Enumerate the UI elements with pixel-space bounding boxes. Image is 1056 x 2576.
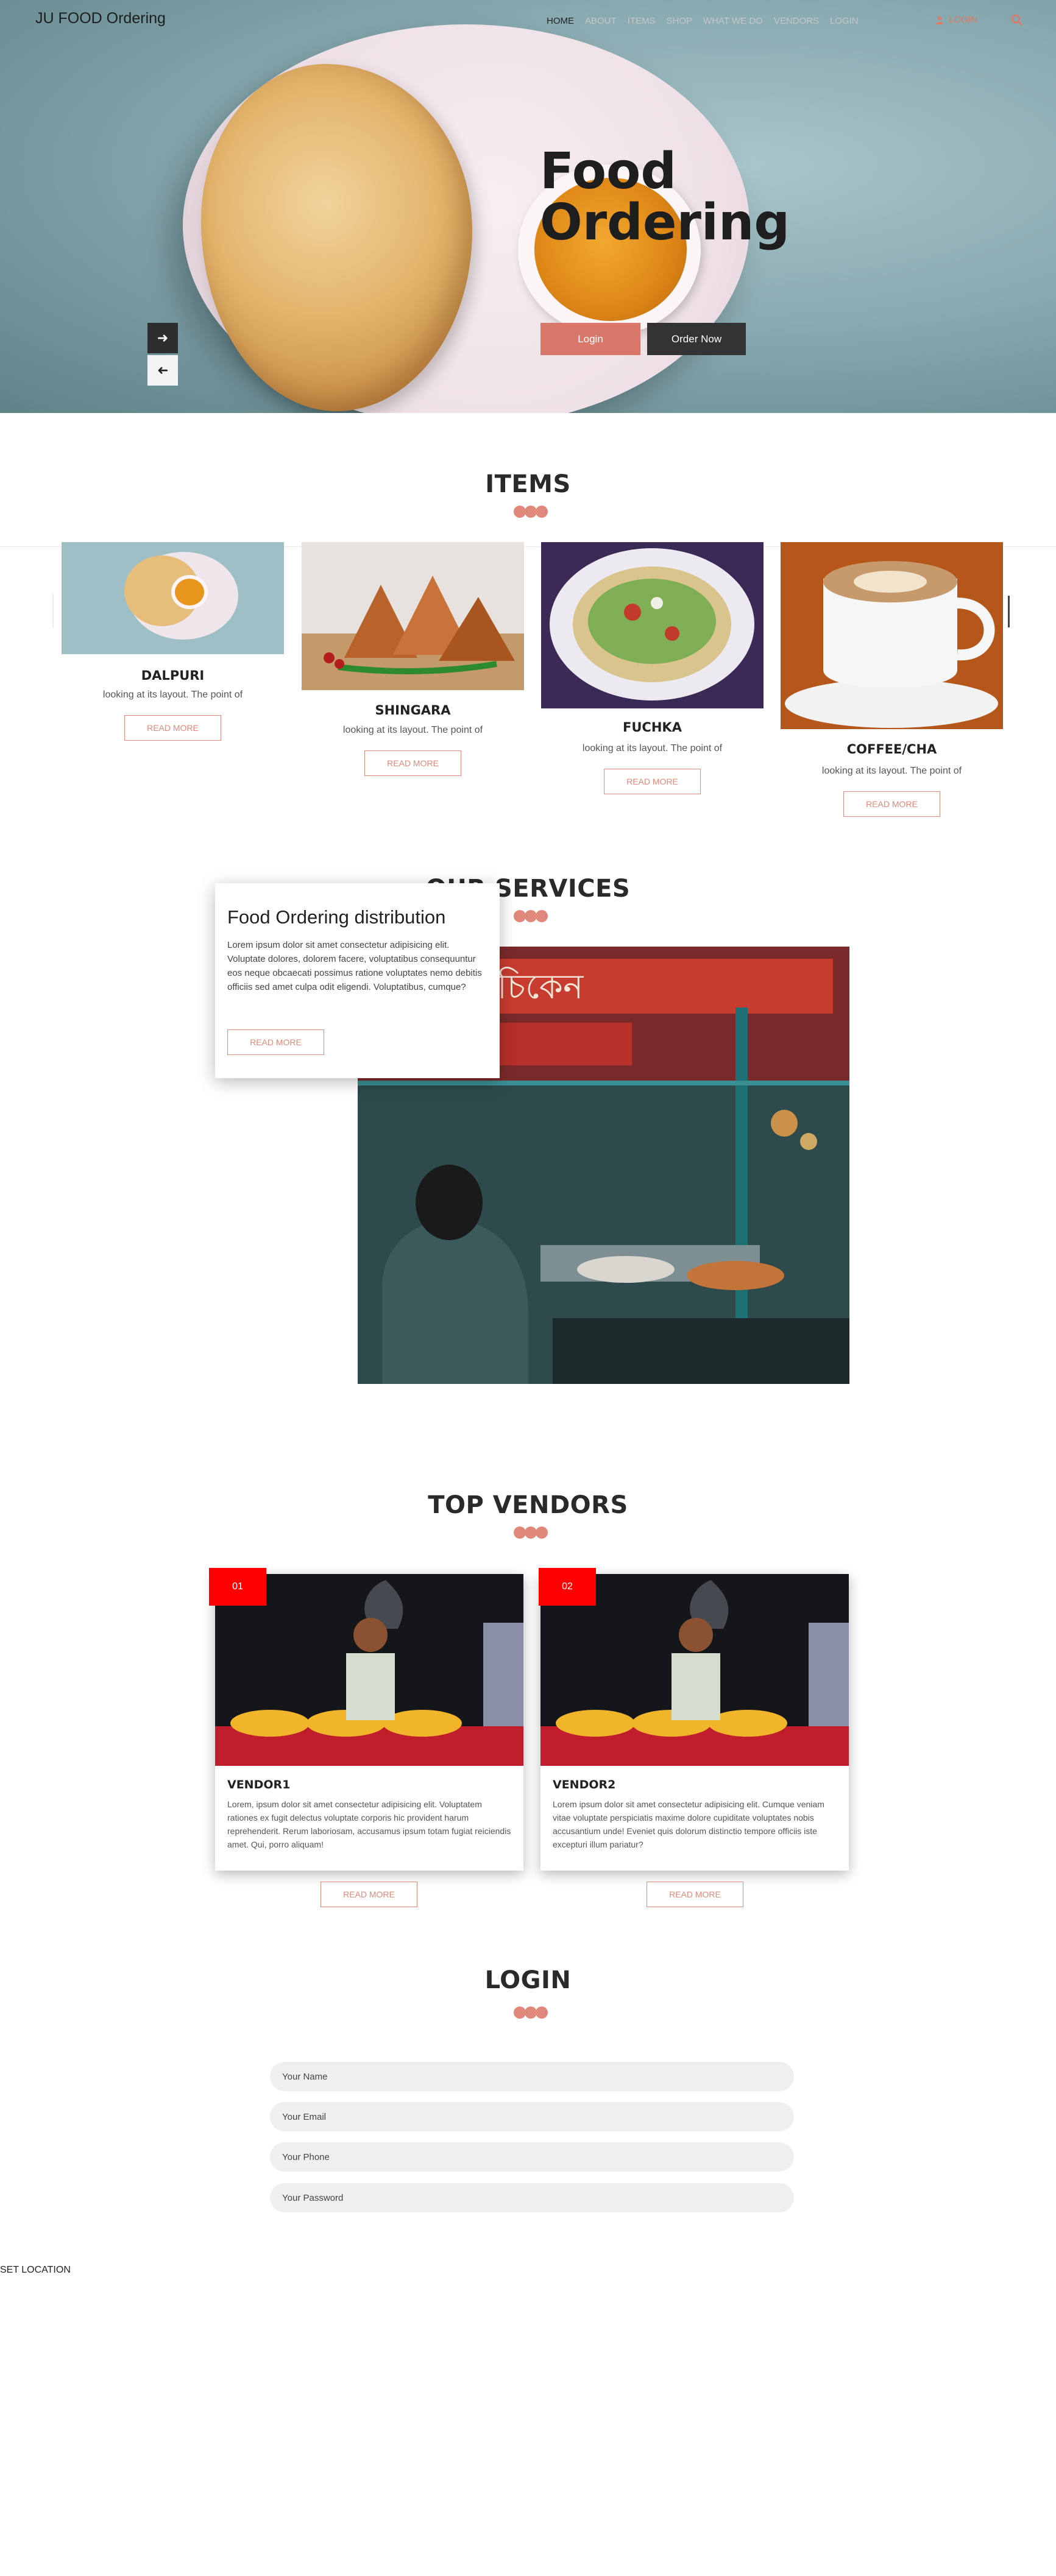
hero-title-line2: Ordering (540, 194, 790, 252)
item-name: DALPURI (141, 668, 205, 683)
brand-logo[interactable]: JU FOOD Ordering (35, 10, 166, 27)
section-dots-decoration (514, 1526, 548, 1539)
item-desc: looking at its layout. The point of (582, 743, 723, 753)
item-name: SHINGARA (375, 703, 451, 718)
item-desc: looking at its layout. The point of (342, 725, 483, 735)
vendor-name: VENDOR1 (227, 1778, 291, 1791)
vendor-rank-badge: 01 (209, 1568, 266, 1606)
items-section-title: ITEMS (485, 470, 571, 498)
login-section-title: LOGIN (484, 1966, 572, 1994)
nav-link-vendors[interactable]: VENDORS (774, 16, 819, 26)
section-dots-decoration (514, 910, 548, 922)
item-image-fuchka (541, 542, 764, 708)
set-location-link[interactable]: SET LOCATION (0, 2265, 71, 2276)
item-image-coffee (781, 542, 1003, 729)
carousel-next-button[interactable]: ➜ (147, 323, 178, 353)
vendor-card-1: 01 VENDOR1 Lorem, ipsum dolor sit amet c… (209, 1568, 523, 1871)
name-field[interactable] (270, 2062, 794, 2091)
hero-banner: JU FOOD Ordering HOME ABOUT ITEMS SHOP W… (0, 0, 1056, 413)
nav-link-items[interactable]: ITEMS (628, 16, 656, 26)
item-card-dalpuri: DALPURI looking at its layout. The point… (62, 542, 284, 749)
services-section-title: OUR SERVICES (425, 875, 631, 903)
vendors-section-title: TOP VENDORS (428, 1491, 628, 1519)
item-image-shingara (302, 542, 524, 690)
hero-puri-image (201, 64, 472, 411)
section-dots-decoration (514, 2006, 548, 2019)
vendor-read-more-button[interactable]: READ MORE (647, 1882, 743, 1907)
vendor-read-more-button[interactable]: READ MORE (321, 1882, 417, 1907)
services-read-more-button[interactable]: READ MORE (227, 1029, 324, 1055)
items-scroll-next[interactable] (1008, 596, 1010, 627)
hero-order-now-button[interactable]: Order Now (647, 323, 746, 355)
navbar: JU FOOD Ordering HOME ABOUT ITEMS SHOP W… (0, 0, 1056, 43)
item-card-fuchka: FUCHKA looking at its layout. The point … (541, 542, 764, 798)
nav-links: HOME ABOUT ITEMS SHOP WHAT WE DO VENDORS… (547, 16, 859, 26)
services-card-text: Lorem ipsum dolor sit amet consectetur a… (227, 940, 482, 992)
email-field[interactable] (270, 2102, 794, 2131)
carousel-prev-button[interactable]: ➜ (147, 355, 178, 386)
user-icon (936, 16, 943, 24)
item-card-coffee: COFFEE/CHA looking at its layout. The po… (781, 542, 1003, 822)
item-read-more-button[interactable]: READ MORE (124, 715, 221, 741)
item-card-shingara: SHINGARA looking at its layout. The poin… (302, 542, 524, 780)
hero-title: Food Ordering (540, 146, 790, 249)
item-name: COFFEE/CHA (846, 742, 937, 757)
nav-link-shop[interactable]: SHOP (667, 16, 693, 26)
item-desc: looking at its layout. The point of (102, 690, 243, 700)
arrow-left-icon: ➜ (157, 362, 169, 378)
item-read-more-button[interactable]: READ MORE (843, 791, 940, 817)
phone-field[interactable] (270, 2142, 794, 2172)
vendor-name: VENDOR2 (553, 1778, 616, 1791)
item-read-more-button[interactable]: READ MORE (364, 750, 461, 776)
item-name: FUCHKA (623, 720, 682, 735)
search-icon[interactable] (1010, 13, 1024, 27)
nav-login-label: LOGIN (949, 15, 977, 25)
vendor-rank-badge: 02 (539, 1568, 596, 1606)
item-desc: looking at its layout. The point of (821, 766, 962, 776)
services-card: Food Ordering distribution Lorem ipsum d… (215, 883, 500, 1078)
vendor-card-2: 02 VENDOR2 Lorem ipsum dolor sit amet co… (539, 1568, 849, 1871)
nav-link-login[interactable]: LOGIN (830, 16, 859, 26)
vendor-description: Lorem ipsum dolor sit amet consectetur a… (553, 1799, 824, 1849)
vendor-description: Lorem, ipsum dolor sit amet consectetur … (227, 1799, 511, 1849)
hero-title-line1: Food (540, 143, 677, 200)
nav-link-home[interactable]: HOME (547, 16, 574, 26)
arrow-right-icon: ➜ (157, 330, 169, 346)
nav-login-button[interactable]: LOGIN (935, 15, 977, 25)
section-dots-decoration (514, 506, 548, 518)
items-scroll-prev[interactable] (52, 594, 54, 628)
password-field[interactable] (270, 2183, 794, 2212)
services-card-title: Food Ordering distribution (227, 906, 446, 928)
nav-link-about[interactable]: ABOUT (585, 16, 617, 26)
hero-login-button[interactable]: Login (540, 323, 640, 355)
item-image-dalpuri (62, 542, 284, 654)
nav-link-what-we-do[interactable]: WHAT WE DO (703, 16, 763, 26)
item-read-more-button[interactable]: READ MORE (604, 769, 701, 794)
